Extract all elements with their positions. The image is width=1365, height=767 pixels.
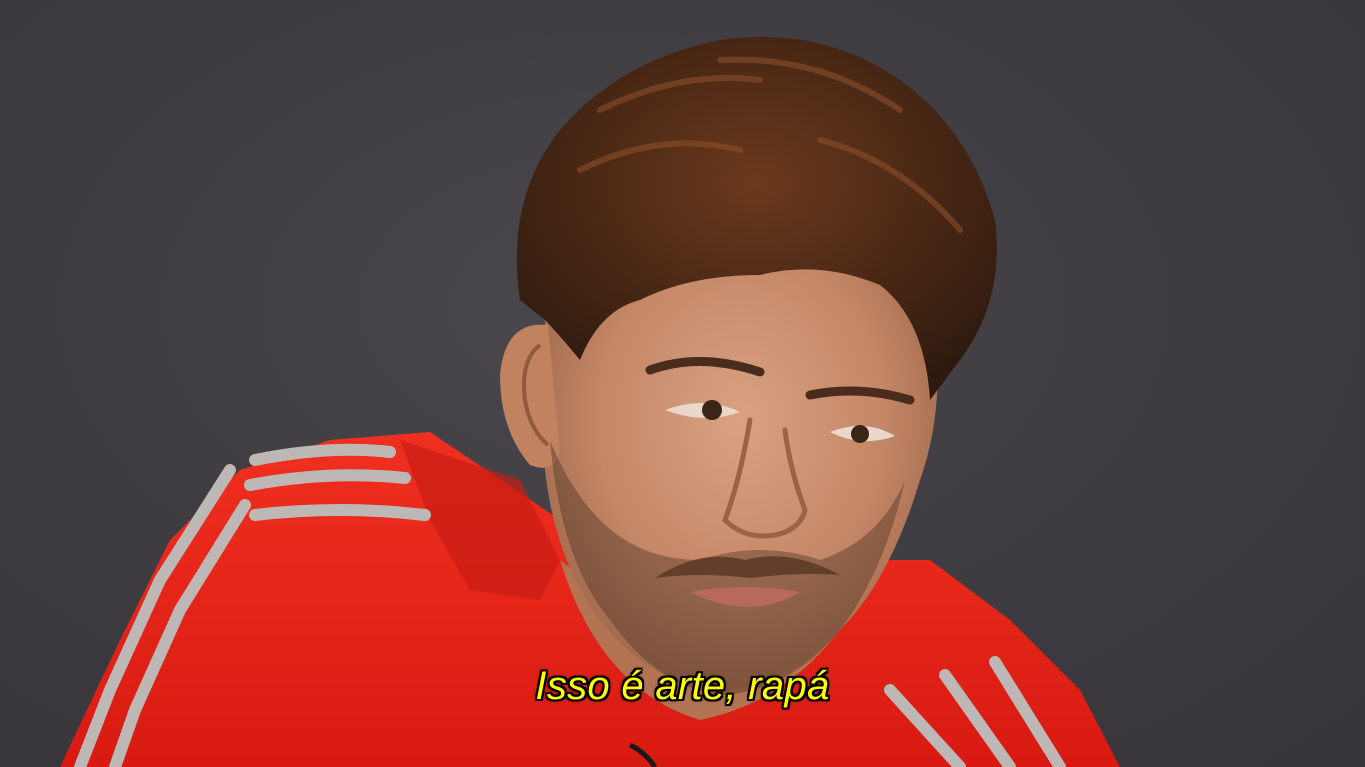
interview-scene [60, 36, 1120, 767]
subtitle-caption: Isso é arte, rapá [535, 664, 830, 708]
video-frame: Isso é arte, rapá [0, 0, 1365, 767]
